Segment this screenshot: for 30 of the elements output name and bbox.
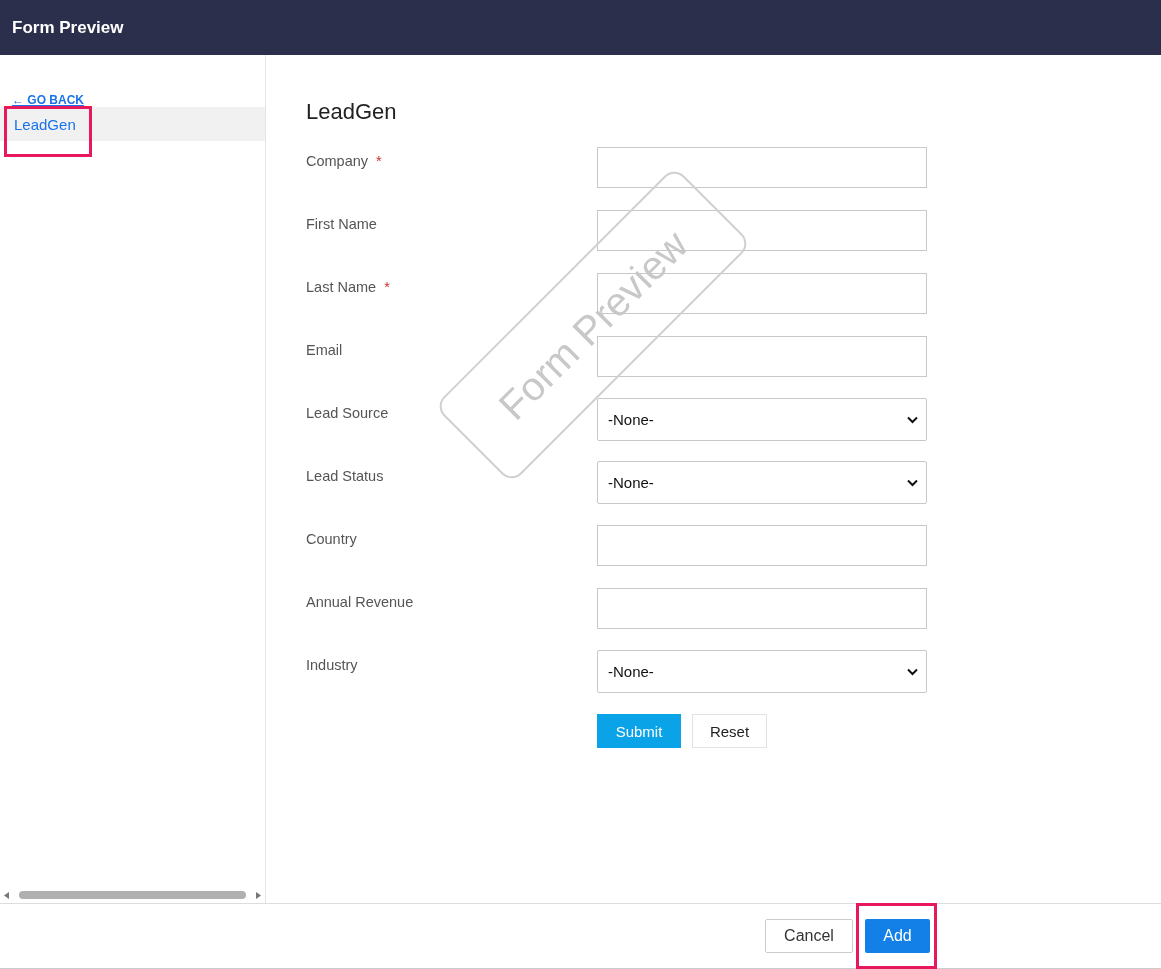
- input-field[interactable]: [597, 147, 927, 188]
- dropdown[interactable]: -None-: [597, 461, 927, 504]
- form-title: LeadGen: [306, 99, 398, 125]
- input-field[interactable]: [597, 525, 927, 566]
- field-label: Email: [306, 342, 343, 358]
- field-label: Country: [306, 531, 357, 547]
- input-field[interactable]: [597, 588, 927, 629]
- chevron-down-icon: [907, 415, 918, 424]
- window-title: Form Preview: [12, 17, 124, 38]
- field-label: Annual Revenue: [306, 594, 414, 610]
- sidebar-item[interactable]: LeadGen: [0, 107, 265, 141]
- chevron-down-icon: [907, 667, 918, 676]
- field-label: Last Name: [306, 279, 377, 295]
- scroll-left-icon[interactable]: [4, 891, 9, 899]
- required-asterisk: *: [384, 279, 390, 295]
- chevron-down-icon: [907, 478, 918, 487]
- field-label: Lead Status: [306, 468, 384, 484]
- field-label: Industry: [306, 657, 358, 673]
- add-button[interactable]: Add: [865, 919, 930, 953]
- dropdown[interactable]: -None-: [597, 650, 927, 693]
- scroll-right-icon[interactable]: [256, 891, 261, 899]
- field-label: Company: [306, 153, 369, 169]
- go-back-link[interactable]: ← GO BACK: [12, 93, 84, 107]
- required-asterisk: *: [376, 153, 382, 169]
- cancel-button[interactable]: Cancel: [765, 919, 853, 953]
- field-label: First Name: [306, 216, 377, 232]
- reset-button[interactable]: Reset: [692, 714, 767, 748]
- field-label: Lead Source: [306, 405, 389, 421]
- horizontal-scrollbar[interactable]: [4, 889, 261, 901]
- dropdown[interactable]: -None-: [597, 398, 927, 441]
